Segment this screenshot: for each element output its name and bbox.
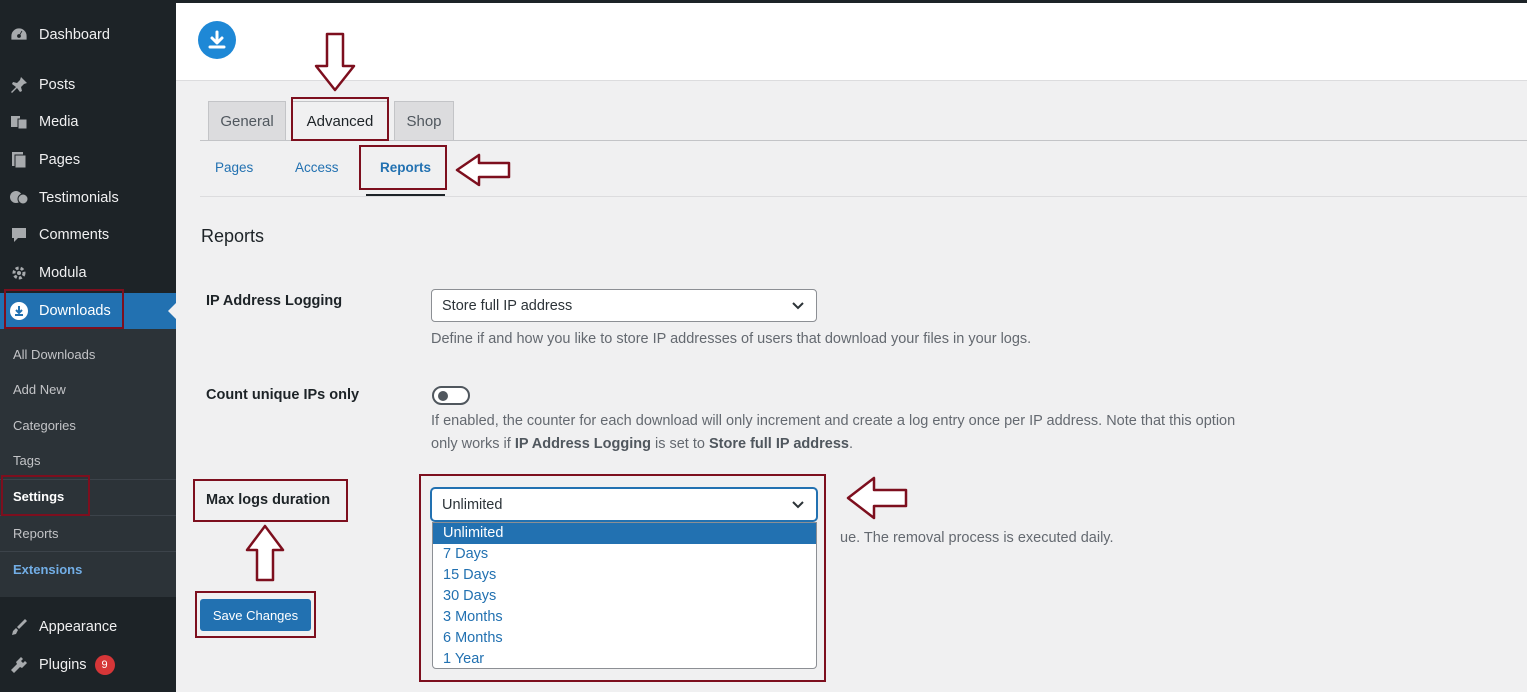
sidebar-item-label: Testimonials	[39, 190, 119, 206]
sidebar-item-label: Dashboard	[39, 27, 110, 43]
unique-ips-toggle[interactable]	[432, 386, 470, 405]
tab-shop[interactable]: Shop	[394, 101, 454, 141]
pages-icon	[9, 150, 29, 170]
sidebar-item-plugins[interactable]: Plugins 9	[0, 647, 176, 683]
toggle-knob	[438, 391, 448, 401]
subtab-pages[interactable]: Pages	[215, 160, 253, 175]
plugin-header	[176, 3, 1527, 81]
sidebar-item-comments[interactable]: Comments	[0, 217, 176, 253]
dropdown-option-3-months[interactable]: 3 Months	[433, 607, 816, 628]
save-changes-button[interactable]: Save Changes	[200, 599, 311, 631]
dropdown-option-unlimited[interactable]: Unlimited	[433, 523, 816, 544]
unique-ips-label: Count unique IPs only	[206, 387, 360, 403]
select-value: Unlimited	[442, 496, 503, 513]
dropdown-option-6-months[interactable]: 6 Months	[433, 628, 816, 649]
submenu-extensions[interactable]: Extensions	[13, 560, 82, 580]
chevron-down-icon	[792, 501, 804, 509]
subtabs-divider	[200, 196, 1527, 197]
tab-general[interactable]: General	[208, 101, 286, 141]
desc-text: only works if	[431, 436, 515, 452]
sidebar-item-media[interactable]: Media	[0, 104, 176, 140]
media-icon	[9, 112, 29, 132]
submenu-add-new[interactable]: Add New	[13, 380, 66, 400]
brush-icon	[9, 617, 29, 637]
ip-logging-select[interactable]: Store full IP address	[431, 289, 817, 322]
dropdown-option-15-days[interactable]: 15 Days	[433, 565, 816, 586]
ip-logging-label: IP Address Logging	[206, 293, 343, 309]
max-logs-select[interactable]: Unlimited	[431, 488, 817, 521]
desc-text: is set to	[650, 436, 709, 452]
tabs-divider	[200, 140, 1527, 141]
submenu-divider	[0, 551, 176, 552]
sidebar-item-downloads[interactable]: Downloads	[0, 293, 176, 329]
unique-ips-description: If enabled, the counter for each downloa…	[431, 410, 1235, 456]
annotation-arrow-up-icon	[245, 524, 285, 582]
sidebar-item-posts[interactable]: Posts	[0, 67, 176, 103]
downloads-submenu: All Downloads Add New Categories Tags Se…	[0, 329, 176, 597]
gear-icon	[9, 263, 29, 283]
dashboard-icon	[9, 25, 29, 45]
sidebar-item-label: Media	[39, 114, 79, 130]
sidebar-item-pages[interactable]: Pages	[0, 142, 176, 178]
sidebar-item-label: Appearance	[39, 619, 118, 635]
plugin-icon	[9, 655, 29, 675]
max-logs-label: Max logs duration	[206, 492, 331, 508]
submenu-divider	[0, 479, 176, 480]
submenu-tags[interactable]: Tags	[13, 451, 40, 471]
testimonials-icon	[9, 188, 29, 208]
sidebar-item-label: Plugins	[39, 657, 87, 673]
dropdown-option-7-days[interactable]: 7 Days	[433, 544, 816, 565]
submenu-categories[interactable]: Categories	[13, 416, 76, 436]
sidebar-item-appearance[interactable]: Appearance	[0, 609, 176, 645]
sidebar-item-label: Downloads	[39, 303, 111, 319]
download-icon	[9, 301, 29, 321]
download-monitor-logo-icon	[198, 21, 236, 59]
annotation-arrow-left-icon	[455, 153, 511, 187]
submenu-divider	[0, 515, 176, 516]
max-logs-dropdown-list: Unlimited 7 Days 15 Days 30 Days 3 Month…	[432, 522, 817, 669]
desc-bold-store-full: Store full IP address	[709, 436, 849, 452]
submenu-settings[interactable]: Settings	[13, 487, 64, 507]
sidebar-item-label: Modula	[39, 265, 87, 281]
sidebar-item-testimonials[interactable]: Testimonials	[0, 180, 176, 216]
max-logs-description: ue. The removal process is executed dail…	[840, 530, 1114, 546]
submenu-all-downloads[interactable]: All Downloads	[13, 345, 95, 365]
pin-icon	[9, 75, 29, 95]
desc-bold-ip-logging: IP Address Logging	[514, 436, 651, 452]
chevron-down-icon	[792, 302, 804, 310]
comment-icon	[9, 225, 29, 245]
sidebar-item-label: Comments	[39, 227, 110, 243]
select-value: Store full IP address	[442, 297, 573, 314]
submenu-reports[interactable]: Reports	[13, 524, 59, 544]
sidebar-item-dashboard[interactable]: Dashboard	[0, 17, 176, 53]
subtab-reports[interactable]: Reports	[380, 160, 431, 175]
annotation-arrow-down-icon	[314, 32, 356, 92]
annotation-arrow-left-icon	[846, 476, 908, 520]
section-title: Reports	[201, 226, 265, 246]
unique-ips-description-line1: If enabled, the counter for each downloa…	[431, 413, 1236, 429]
desc-text: .	[848, 436, 853, 452]
dropdown-option-30-days[interactable]: 30 Days	[433, 586, 816, 607]
subtab-access[interactable]: Access	[295, 160, 339, 175]
unique-ips-description-line2: only works if IP Address Logging is set …	[431, 433, 1235, 456]
tab-advanced[interactable]: Advanced	[292, 101, 388, 141]
plugins-update-badge: 9	[94, 655, 115, 675]
sidebar-item-modula[interactable]: Modula	[0, 255, 176, 291]
sidebar-item-label: Posts	[39, 77, 76, 93]
admin-sidebar: Dashboard Posts Media Pages Testimonials…	[0, 0, 176, 692]
dropdown-option-1-year[interactable]: 1 Year	[433, 649, 816, 670]
sidebar-item-label: Pages	[39, 152, 81, 168]
ip-logging-description: Define if and how you like to store IP a…	[431, 331, 1032, 347]
